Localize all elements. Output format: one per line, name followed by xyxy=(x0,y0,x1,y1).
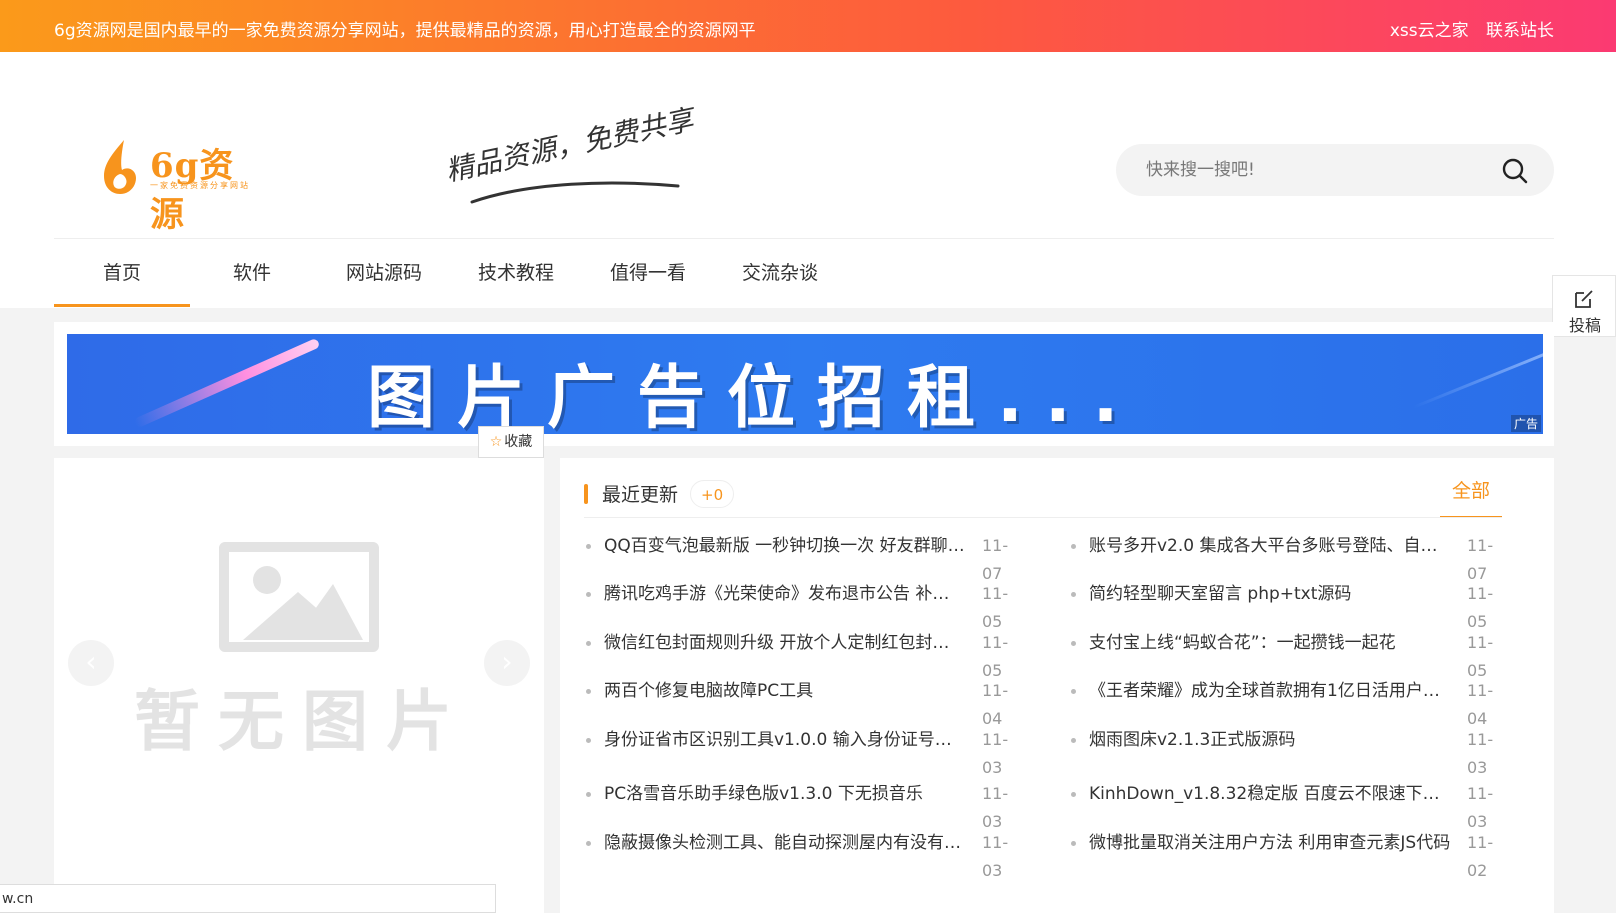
star-icon: ☆ xyxy=(489,434,503,450)
edit-icon xyxy=(1575,290,1593,308)
favorite-label: 收藏 xyxy=(504,434,533,450)
update-count-badge: +0 xyxy=(690,480,735,508)
image-placeholder-icon xyxy=(219,542,379,652)
banner-streak xyxy=(133,337,321,429)
favorite-button[interactable]: ☆ 收藏 xyxy=(478,426,544,458)
search-input[interactable] xyxy=(1146,158,1476,182)
post-item[interactable]: 微信红包封面规则升级 开放个人定制红包封面申请 11-05 xyxy=(586,629,1026,680)
logo-subtitle: 一家免费资源分享网站 xyxy=(150,181,250,190)
nav-item-home[interactable]: 首页 xyxy=(54,239,190,307)
post-item[interactable]: 隐蔽摄像头检测工具、能自动探测屋内有没有摄像头 11-03 xyxy=(586,829,1026,880)
view-all-tab[interactable]: 全部 xyxy=(1440,468,1502,518)
slider-prev-button[interactable]: ‹ xyxy=(68,640,114,686)
search-icon[interactable] xyxy=(1502,158,1528,184)
divider xyxy=(584,517,1502,518)
post-item[interactable]: QQ百变气泡最新版 一秒钟切换一次 好友群聊气泡 11-07 xyxy=(586,532,1026,583)
post-item[interactable]: 《王者荣耀》成为全球首款拥有1亿日活用户的游戏 11-04 xyxy=(1071,677,1511,728)
banner-text: 图片广告位招租... xyxy=(367,359,1141,434)
post-item[interactable]: 腾讯吃鸡手游《光荣使命》发布退市公告 补偿措施公布11-05 xyxy=(586,580,1026,631)
ad-tag: 广告 xyxy=(1510,415,1541,432)
post-item[interactable]: 账号多开v2.0 集成各大平台多账号登陆、自动切换 11-07 xyxy=(1071,532,1511,583)
flame-logo-icon xyxy=(104,140,136,194)
slogan-text: 精品资源，免费共享 xyxy=(442,102,697,188)
nav-item-tutorials[interactable]: 技术教程 xyxy=(448,239,584,307)
slogan: 精品资源，免费共享 xyxy=(440,103,696,216)
top-links: xss云之家 联系站长 xyxy=(1378,16,1554,41)
top-announcement-bar: 6g资源网是国内最早的一家免费资源分享网站，提供最精品的资源，用心打造最全的资源… xyxy=(0,0,1616,52)
top-link-xss[interactable]: xss云之家 xyxy=(1390,21,1469,41)
banner-ad[interactable]: 图片广告位招租... 广告 xyxy=(67,334,1543,434)
status-url-tooltip: w.cn xyxy=(0,884,496,913)
submit-post-label: 投稿 xyxy=(1568,316,1601,335)
image-slider: 暂无图片 ‹ › xyxy=(54,458,544,913)
post-item[interactable]: KinhDown_v1.8.32稳定版 百度云不限速下载工具 11-03 xyxy=(1071,780,1511,831)
nav-item-worth-seeing[interactable]: 值得一看 xyxy=(580,239,716,307)
post-item[interactable]: 支付宝上线“蚂蚁合花”：一起攒钱一起花 11-05 xyxy=(1071,629,1511,680)
post-item[interactable]: 简约轻型聊天室留言 php+txt源码 11-05 xyxy=(1071,580,1511,631)
post-item[interactable]: 烟雨图床v2.1.3正式版源码 11-03 xyxy=(1071,726,1511,777)
top-link-contact[interactable]: 联系站长 xyxy=(1486,21,1554,41)
slider-next-button[interactable]: › xyxy=(484,640,530,686)
post-item[interactable]: PC洛雪音乐助手绿色版v1.3.0 下无损音乐 11-03 xyxy=(586,780,1026,831)
brush-stroke-icon xyxy=(470,181,680,204)
nav-item-chat[interactable]: 交流杂谈 xyxy=(712,239,848,307)
submit-post-button[interactable]: 投稿 xyxy=(1552,275,1616,337)
search-box xyxy=(1116,144,1554,196)
banner-container: 图片广告位招租... 广告 xyxy=(54,322,1554,446)
site-notice: 6g资源网是国内最早的一家免费资源分享网站，提供最精品的资源，用心打造最全的资源… xyxy=(54,21,756,41)
nav-item-software[interactable]: 软件 xyxy=(184,239,320,307)
latest-title: 最近更新 xyxy=(602,484,679,506)
site-header: 6g资源 一家免费资源分享网站 精品资源，免费共享 首页 软件 网站源码 技术教… xyxy=(0,52,1616,308)
banner-streak xyxy=(1412,338,1543,409)
main-nav: 首页 软件 网站源码 技术教程 值得一看 交流杂谈 xyxy=(54,238,1554,308)
post-item[interactable]: 身份证省市区识别工具v1.0.0 输入身份证号一键识别 11-03 xyxy=(586,726,1026,777)
site-logo[interactable]: 6g资源 一家免费资源分享网站 xyxy=(98,134,258,235)
post-item[interactable]: 两百个修复电脑故障PC工具 11-04 xyxy=(586,677,1026,728)
no-image-text: 暂无图片 xyxy=(134,683,470,760)
nav-item-source-code[interactable]: 网站源码 xyxy=(316,239,452,307)
post-item[interactable]: 微博批量取消关注用户方法 利用审查元素JS代码 11-02 xyxy=(1071,829,1511,880)
latest-updates-panel: 最近更新 +0 全部 QQ百变气泡最新版 一秒钟切换一次 好友群聊气泡 11-07… xyxy=(560,458,1554,913)
section-accent-bar xyxy=(584,484,588,504)
